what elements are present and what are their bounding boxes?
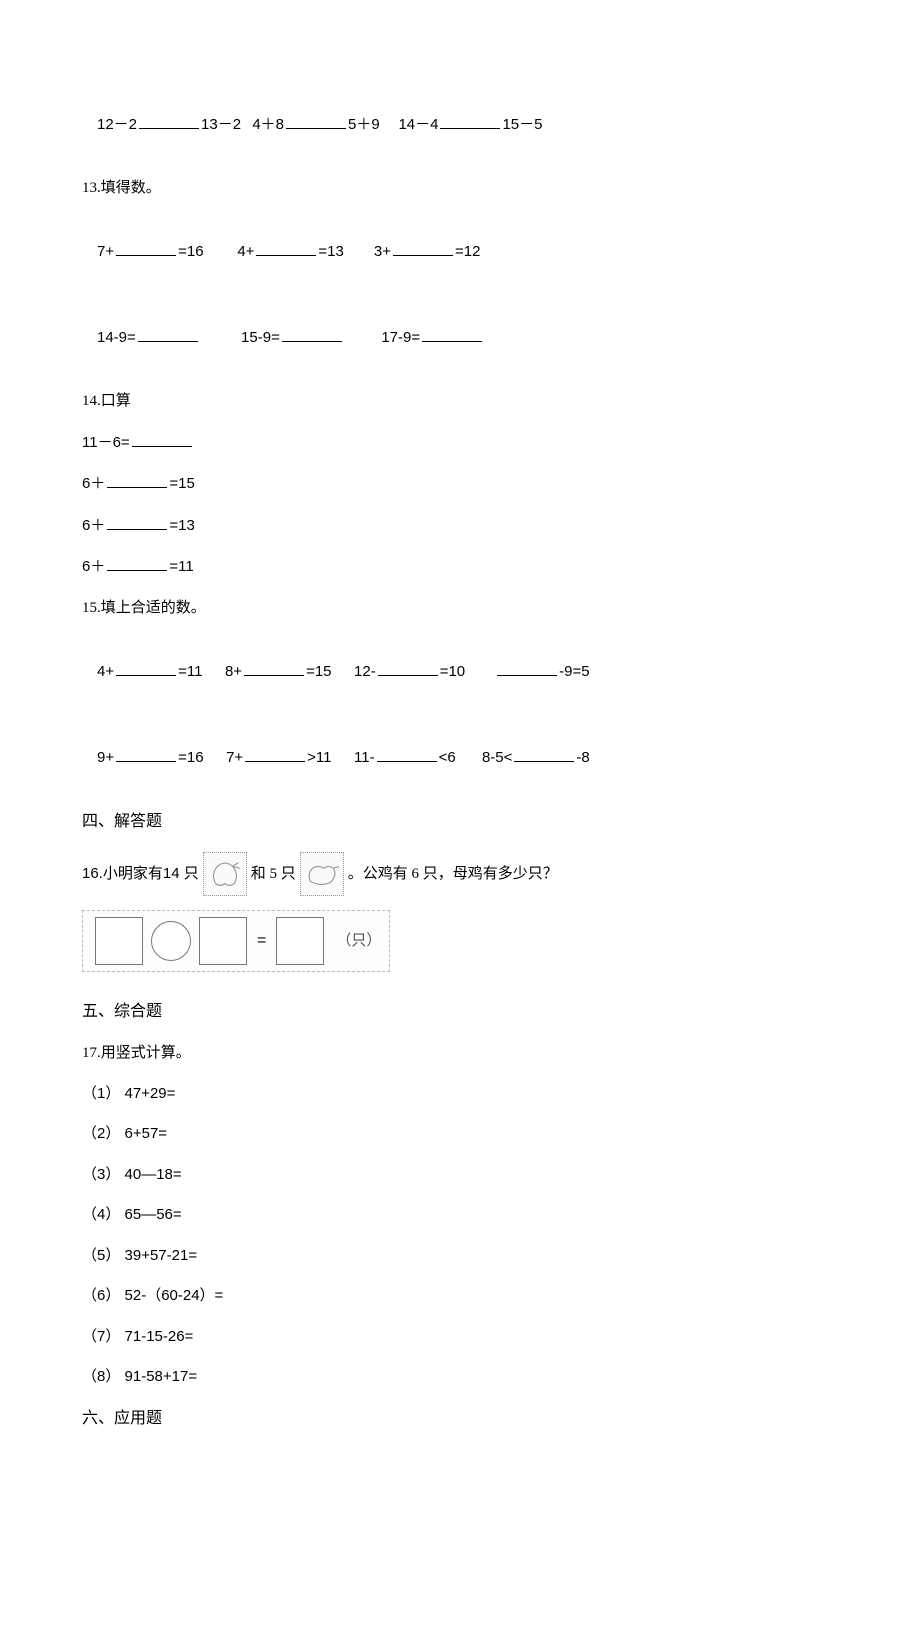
q15-r1-d-blank[interactable]: [497, 660, 557, 676]
q17-item-5: （5） 39+57-21=: [82, 1245, 838, 1268]
q12-blank-2[interactable]: [286, 113, 346, 129]
q16-mid: 和 5 只: [251, 863, 296, 886]
section-6-title: 六、应用题: [82, 1407, 838, 1431]
q12-part1-left: 12－2: [97, 116, 137, 133]
q15-r1-a2: =11: [178, 663, 202, 680]
q17-label: 17.用竖式计算。: [82, 1042, 838, 1065]
q15-r1-c2: =10: [440, 663, 465, 680]
q13-r1-b: 4+: [237, 243, 254, 260]
q15-row2: 9+ =16 7+ >11 11- <6 8-5< -8: [82, 724, 838, 793]
q17-item-8: （8） 91-58+17=: [82, 1366, 838, 1389]
q15-r1-b2: =15: [306, 663, 331, 680]
q15-r2-d1: 8-5<: [482, 749, 512, 766]
q15-r2-d2: -8: [576, 749, 589, 766]
q14-l4: 6＋ =11: [82, 555, 838, 579]
q17-item-7: （7） 71-15-26=: [82, 1326, 838, 1349]
q14-l3: 6＋ =13: [82, 514, 838, 538]
q13-r1-a-eq: =16: [178, 243, 203, 260]
q14-l3-blank[interactable]: [107, 514, 167, 530]
q17-item-3: （3） 40―18=: [82, 1164, 838, 1187]
q13-r2-a: 14-9=: [97, 329, 136, 346]
q14-l2b: =15: [169, 475, 194, 492]
q14-l2a: 6＋: [82, 475, 105, 492]
q14-l2: 6＋ =15: [82, 472, 838, 496]
q14-label: 14.口算: [82, 390, 838, 413]
section-4-title: 四、解答题: [82, 810, 838, 834]
equation-result[interactable]: [276, 917, 324, 965]
q13-r1-c: 3+: [374, 243, 391, 260]
q13-r1-a: 7+: [97, 243, 114, 260]
q14-l3b: =13: [169, 517, 194, 534]
q14-l3a: 6＋: [82, 517, 105, 534]
q12-blank-3[interactable]: [440, 113, 500, 129]
q16-question: 16.小明家有 14 只 和 5 只 。公鸡有 6 只，母鸡有多少只？: [82, 852, 838, 896]
q13-r2-c: 17-9=: [381, 329, 420, 346]
q15-r1-d2: -9=5: [559, 663, 589, 680]
q13-r2-a-blank[interactable]: [138, 326, 198, 342]
q13-r2-c-blank[interactable]: [422, 326, 482, 342]
q13-r1-b-blank[interactable]: [256, 240, 316, 256]
q13-r1-b-eq: =13: [318, 243, 343, 260]
q17-item-1: （1） 47+29=: [82, 1083, 838, 1106]
q13-row2: 14-9= 15-9= 17-9=: [82, 304, 838, 373]
q15-r1-c-blank[interactable]: [378, 660, 438, 676]
q15-r1-b1: 8+: [225, 663, 242, 680]
q17-item-6: （6） 52-（60-24）=: [82, 1285, 838, 1308]
q16-suffix: 。公鸡有 6 只，母鸡有多少只？: [348, 863, 558, 886]
q14-l1-text: 11－6=: [82, 434, 130, 451]
q15-r1-c1: 12-: [354, 663, 376, 680]
q15-r1-a-blank[interactable]: [116, 660, 176, 676]
q15-r2-b-blank[interactable]: [245, 746, 305, 762]
q14-l1-blank[interactable]: [132, 431, 192, 447]
q15-r2-c2: <6: [439, 749, 456, 766]
q15-r1-b-blank[interactable]: [244, 660, 304, 676]
q14-l4-blank[interactable]: [107, 555, 167, 571]
q15-label: 15.填上合适的数。: [82, 597, 838, 620]
q12-part3-right: 15－5: [502, 116, 542, 133]
q15-r2-c1: 11-: [354, 749, 375, 766]
q15-r2-b1: 7+: [226, 749, 243, 766]
q12-part1-right: 13－2: [201, 116, 241, 133]
q14-l4a: 6＋: [82, 558, 105, 575]
q12-part3-left: 14－4: [398, 116, 438, 133]
q16-prefix: 16.小明家有: [82, 863, 163, 886]
q12-part2-left: 4＋8: [252, 116, 284, 133]
q15-r2-a1: 9+: [97, 749, 114, 766]
q13-row1: 7+ =16 4+ =13 3+ =12: [82, 217, 838, 286]
q12-blank-1[interactable]: [139, 113, 199, 129]
section-5-title: 五、综合题: [82, 1000, 838, 1024]
q15-r2-a-blank[interactable]: [116, 746, 176, 762]
q12-part2-right: 5＋9: [348, 116, 380, 133]
q13-r1-c-eq: =12: [455, 243, 480, 260]
equation-unit: （只）: [336, 930, 381, 953]
q16-count1: 14 只: [163, 863, 199, 886]
equation-equals: =: [257, 929, 266, 953]
q15-r2-b2: >11: [307, 749, 331, 766]
equation-operand-1[interactable]: [95, 917, 143, 965]
q15-r1-a1: 4+: [97, 663, 114, 680]
q14-l1: 11－6=: [82, 431, 838, 455]
q14-l4b: =11: [169, 558, 193, 575]
q15-row1: 4+ =11 8+ =15 12- =10 -9=5: [82, 637, 838, 706]
worksheet-page: 12－2 13－2 4＋8 5＋9 14－4 15－5 13.填得数。 7+ =16 4…: [0, 0, 920, 1649]
q15-r2-c-blank[interactable]: [377, 746, 437, 762]
duck-icon: [300, 852, 344, 896]
chicken-icon: [203, 852, 247, 896]
q14-l2-blank[interactable]: [107, 472, 167, 488]
q13-label: 13.填得数。: [82, 177, 838, 200]
q17-item-2: （2） 6+57=: [82, 1123, 838, 1146]
q15-r2-a2: =16: [178, 749, 203, 766]
equation-operand-2[interactable]: [199, 917, 247, 965]
q15-r2-d-blank[interactable]: [514, 746, 574, 762]
q13-r2-b: 15-9=: [241, 329, 280, 346]
q17-item-4: （4） 65―56=: [82, 1204, 838, 1227]
q16-equation-box: = （只）: [82, 910, 390, 972]
q13-r1-a-blank[interactable]: [116, 240, 176, 256]
q13-r1-c-blank[interactable]: [393, 240, 453, 256]
q13-r2-b-blank[interactable]: [282, 326, 342, 342]
q12-line: 12－2 13－2 4＋8 5＋9 14－4 15－5: [82, 90, 838, 159]
equation-operator[interactable]: [151, 921, 191, 961]
